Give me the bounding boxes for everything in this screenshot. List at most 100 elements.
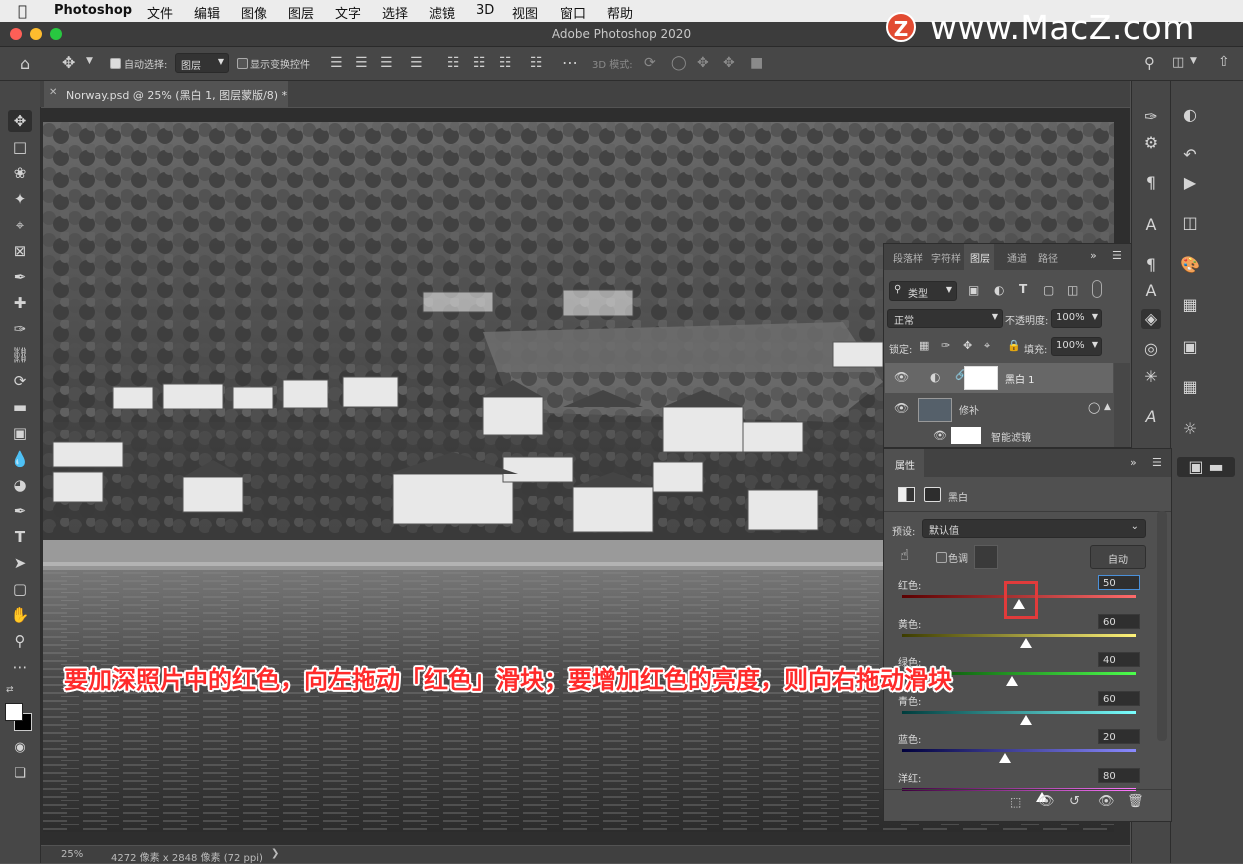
brush-settings-icon[interactable]: ✑ [1141,107,1161,127]
tint-checkbox[interactable] [936,552,947,563]
slider-track[interactable] [902,749,1136,752]
slider-track[interactable] [902,633,1136,637]
menu-filter[interactable]: 滤镜 [429,3,455,22]
clip-to-layer-icon[interactable]: ⬚ [1010,795,1021,809]
align-bottom-icon[interactable]: ☷ [499,55,512,71]
slider-thumb[interactable] [1020,714,1033,725]
paragraph-icon[interactable]: ¶ [1141,173,1161,193]
layer-row-smart-filters[interactable]: 👁 智能滤镜 [885,425,1113,447]
collapse-panel-icon[interactable]: » [1090,249,1097,262]
magic-wand-tool-icon[interactable]: ✦ [8,188,32,210]
lock-image-icon[interactable]: ✑ [941,339,950,352]
menu-3d[interactable]: 3D [476,3,494,18]
chevron-down-icon[interactable]: ▼ [86,56,93,66]
search-icon[interactable]: ⚲ [1144,54,1155,72]
libraries-icon[interactable]: ◫ [1180,213,1200,233]
brush-tool-icon[interactable]: ✑ [8,318,32,340]
blend-mode-dropdown[interactable]: 正常 ▼ [887,309,1003,328]
adjustments-icon[interactable]: ◐ [1180,105,1200,125]
tab-layers[interactable]: 图层 [970,250,990,265]
hand-tool-icon[interactable]: ✋ [8,604,32,626]
preset-dropdown[interactable]: 默认值 ⌄ [922,519,1146,538]
eye-icon[interactable]: 👁 [894,370,909,384]
gradients-icon[interactable]: ▣ [1180,337,1200,357]
layer-row-patch[interactable]: 👁 修补 ◯ ▲ [885,394,1113,424]
character-styles-icon[interactable]: A [1141,281,1161,301]
align-center-icon[interactable]: ☰ [355,55,368,71]
lock-position-icon[interactable]: ✥ [963,339,972,352]
adjustment-filter-icon[interactable]: ◐ [994,283,1004,297]
apple-icon[interactable]:  [18,2,27,20]
tab-properties[interactable]: 属性 [895,457,915,472]
reset-icon[interactable]: ↺ [1069,794,1080,809]
path-selection-tool-icon[interactable]: ➤ [8,552,32,574]
menu-image[interactable]: 图像 [241,3,267,22]
lock-all-icon[interactable]: 🔒 [1007,339,1021,352]
layers-icon[interactable]: ◈ [1141,309,1161,329]
lock-artboard-icon[interactable]: ⌖ [984,339,990,353]
view-previous-state-icon[interactable]: 👁 [1038,794,1055,809]
rectangle-tool-icon[interactable]: ▢ [8,578,32,600]
show-transform-checkbox[interactable] [237,58,248,69]
crop-tool-icon[interactable]: ⌖ [8,214,32,236]
collapse-panel-icon[interactable]: » [1130,456,1137,469]
visibility-eye-icon[interactable]: 👁 [1098,794,1115,809]
layers-scrollbar[interactable] [1114,363,1130,447]
distribute-vertical-icon[interactable]: ☷ [530,55,543,71]
slider-value-field[interactable]: 60 [1098,690,1140,706]
move-tool-icon[interactable]: ✥ [8,110,32,132]
tab-paths[interactable]: 路径 [1038,250,1058,265]
distribute-icon[interactable]: ☰ [410,55,423,71]
layer-mask-thumbnail[interactable] [964,366,998,390]
targeted-adjustment-hand-icon[interactable]: ☝ [900,546,909,564]
auto-select-checkbox[interactable] [110,58,121,69]
eye-icon[interactable]: 👁 [894,401,909,415]
blur-tool-icon[interactable]: 💧 [8,448,32,470]
gradient-tool-icon[interactable]: ▣ [8,422,32,444]
menu-layer[interactable]: 图层 [288,3,314,22]
lock-transparent-icon[interactable]: ▦ [919,339,929,352]
screen-mode-icon[interactable]: ❏ [8,763,32,785]
slider-value-field[interactable]: 80 [1098,767,1140,783]
close-tab-icon[interactable]: ✕ [49,87,57,98]
align-left-icon[interactable]: ☰ [330,55,343,71]
properties-scrollbar[interactable] [1157,511,1167,741]
chevron-up-icon[interactable]: ▲ [1104,402,1111,412]
chevron-right-icon[interactable]: ❯ [271,848,279,859]
glyphs-icon[interactable]: A [1141,407,1161,427]
frame-tool-icon[interactable]: ⊠ [8,240,32,262]
smart-filter-icon[interactable]: ◯ [1088,401,1100,414]
learn-icon[interactable]: ☼ [1180,419,1200,439]
home-icon[interactable]: ⌂ [20,54,30,73]
type-tool-icon[interactable]: T [8,526,32,548]
menu-app-photoshop[interactable]: Photoshop [54,3,132,18]
panel-menu-icon[interactable]: ☰ [1152,456,1162,469]
eye-icon[interactable]: 👁 [933,429,947,442]
history-icon[interactable]: ↶ [1180,145,1200,165]
3d-icon[interactable]: ▣ ▬ [1177,457,1235,477]
eyedropper-tool-icon[interactable]: ✒ [8,266,32,288]
slider-thumb[interactable] [1005,676,1018,686]
slider-track[interactable] [902,710,1136,714]
dodge-tool-icon[interactable]: ◕ [8,474,32,496]
menu-type[interactable]: 文字 [335,3,361,22]
slider-thumb[interactable] [998,753,1011,763]
tint-color-swatch[interactable] [974,545,998,569]
tab-channels[interactable]: 通道 [1007,250,1027,265]
marquee-tool-icon[interactable]: □ [8,136,32,158]
tab-character-styles[interactable]: 字符样 [931,250,961,265]
foreground-color-swatch[interactable] [5,703,23,721]
menu-help[interactable]: 帮助 [607,3,633,22]
edit-toolbar-icon[interactable]: ⋯ [8,656,32,678]
layer-row-bw[interactable]: 👁 ◐ 🔗 黑白 1 [885,363,1113,393]
pixel-filter-icon[interactable]: ▣ [968,283,979,297]
filter-toggle-icon[interactable] [1092,280,1102,298]
move-tool-icon[interactable]: ✥ [62,53,75,72]
menu-window[interactable]: 窗口 [560,3,586,22]
align-middle-icon[interactable]: ☷ [473,55,486,71]
type-filter-icon[interactable]: T [1019,282,1027,296]
trash-icon[interactable]: 🗑 [1127,794,1144,809]
slider-thumb[interactable] [1020,637,1033,648]
slider-value-field[interactable]: 60 [1098,613,1140,629]
zoom-level[interactable]: 25% [61,849,83,860]
